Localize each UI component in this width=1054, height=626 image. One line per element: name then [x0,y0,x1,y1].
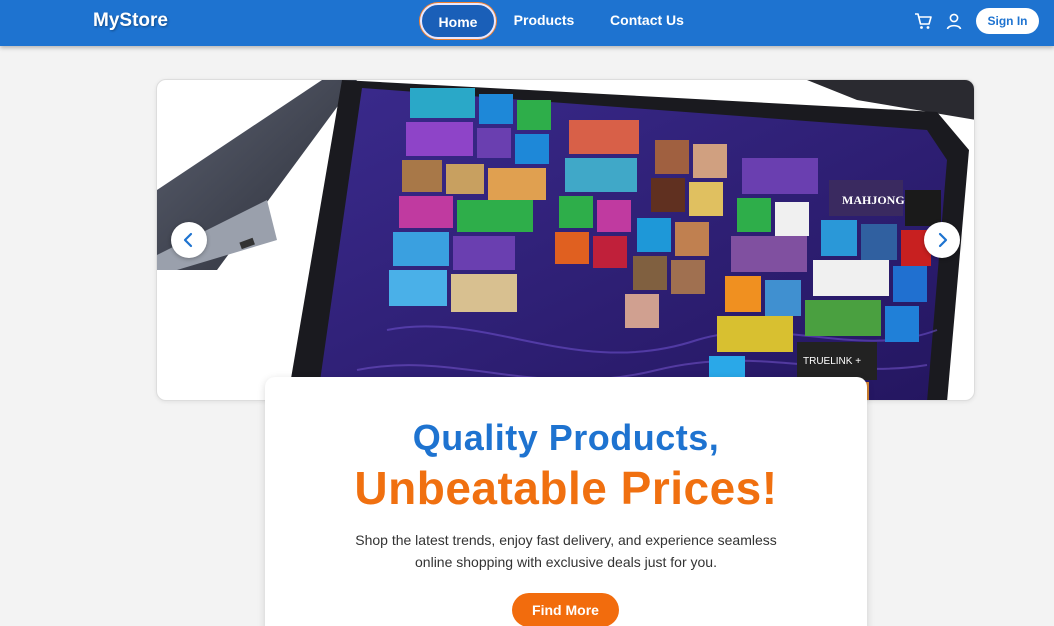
cart-icon[interactable] [913,11,933,31]
nav-contact-us[interactable]: Contact Us [598,3,696,39]
carousel-prev-button[interactable] [171,222,207,258]
hero-description: Shop the latest trends, enjoy fast deliv… [355,532,777,570]
store-logo[interactable]: MyStore [93,10,168,32]
hero-title-line1: Quality Products, [412,417,720,458]
user-icon[interactable] [944,11,964,31]
carousel-slide-image: MAHJONG TRUELINK + [157,80,974,400]
tile-truelink-text: TRUELINK + [803,356,861,367]
nav-products[interactable]: Products [505,3,583,39]
find-more-button[interactable]: Find More [512,593,619,626]
nav-home[interactable]: Home [420,3,496,39]
top-navbar: MyStore Home Products Contact Us Sign In [0,0,1054,46]
tile-mahjong-text: MAHJONG [842,193,905,207]
chevron-left-icon [183,232,193,248]
sign-in-button[interactable]: Sign In [976,8,1039,34]
carousel-next-button[interactable] [924,222,960,258]
hero-title-line2: Unbeatable Prices! [354,462,778,514]
hero-carousel: MAHJONG TRUELINK + [156,79,975,401]
chevron-right-icon [938,232,948,248]
hero-card: Quality Products, Unbeatable Prices! Sho… [265,377,867,626]
